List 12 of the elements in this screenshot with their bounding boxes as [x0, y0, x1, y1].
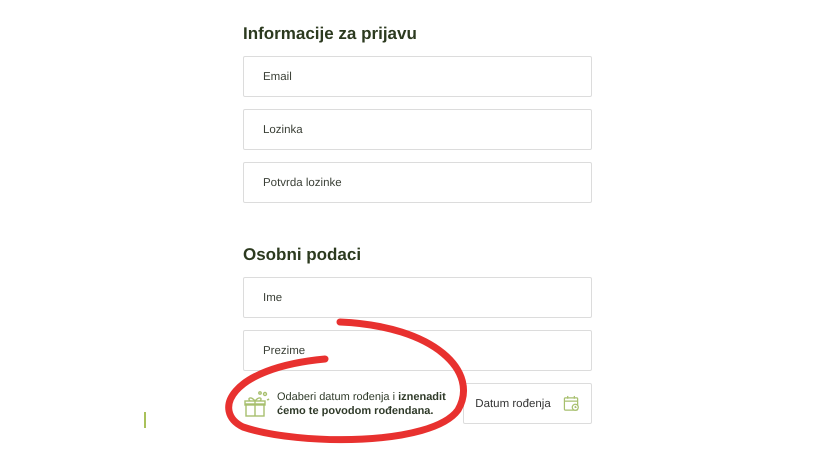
input-field[interactable]: Lozinka: [243, 109, 592, 150]
birthday-note: Odaberi datum rođenja i iznenadit ćemo te povodom rođendana.: [277, 390, 447, 418]
section-heading: Informacije za prijavu: [243, 23, 418, 45]
edge-mark: [144, 412, 146, 428]
gift-icon: [243, 390, 271, 418]
birth-date-button[interactable]: Datum rođenja: [463, 383, 592, 424]
input-field[interactable]: Email: [243, 56, 592, 97]
input-field[interactable]: Prezime: [243, 330, 592, 371]
input-field[interactable]: Potvrda lozinke: [243, 162, 592, 203]
calendar-icon: [562, 395, 580, 412]
input-field[interactable]: Ime: [243, 277, 592, 318]
section-heading: Osobni podaci: [243, 244, 362, 266]
